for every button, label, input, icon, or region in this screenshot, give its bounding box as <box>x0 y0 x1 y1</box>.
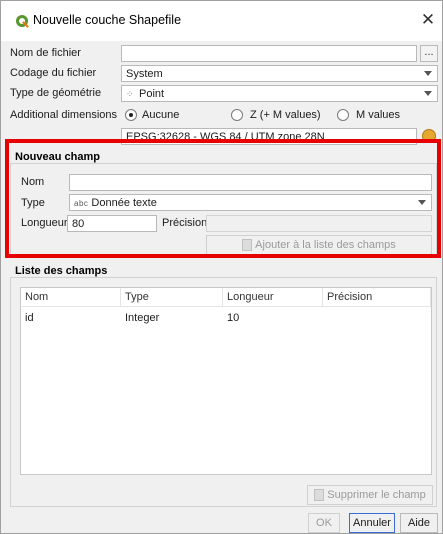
radio-dim-m[interactable] <box>337 109 349 121</box>
cell-type: Integer <box>125 312 160 324</box>
precision-input[interactable] <box>206 215 432 232</box>
qgis-logo-icon <box>16 15 29 28</box>
crs-selector[interactable]: EPSG:32628 - WGS 84 / UTM zone 28N <box>121 128 417 145</box>
radio-dim-none[interactable] <box>125 109 137 121</box>
encoding-value: System <box>126 68 163 80</box>
radio-dim-z-label: Z (+ M values) <box>250 109 321 121</box>
new-field-title: Nouveau champ <box>15 151 100 163</box>
column-header-name[interactable]: Nom <box>21 288 121 307</box>
geometry-type-select[interactable]: ⁘ Point <box>121 85 438 102</box>
new-field-name-input[interactable] <box>69 174 432 191</box>
add-to-field-list-label: Ajouter à la liste des champs <box>255 239 396 251</box>
title-bar: Nouvelle couche Shapefile ✕ <box>1 1 442 41</box>
cell-length: 10 <box>227 312 240 324</box>
ok-button[interactable]: OK <box>308 513 340 533</box>
remove-field-label: Supprimer le champ <box>327 489 426 501</box>
radio-dim-m-label: M values <box>356 109 401 121</box>
file-name-input[interactable] <box>121 45 417 62</box>
close-icon[interactable]: ✕ <box>418 10 438 30</box>
dialog-title: Nouvelle couche Shapefile <box>33 13 182 27</box>
add-field-icon <box>242 239 253 252</box>
geometry-type-label: Type de géométrie <box>10 87 102 99</box>
new-field-name-label: Nom <box>21 176 45 188</box>
encoding-label: Codage du fichier <box>10 67 97 79</box>
add-to-field-list-button[interactable]: Ajouter à la liste des champs <box>206 235 432 255</box>
help-button[interactable]: Aide <box>400 513 438 533</box>
crs-value: EPSG:32628 - WGS 84 / UTM zone 28N <box>126 131 325 143</box>
precision-label: Précision <box>162 217 208 229</box>
radio-dim-none-label: Aucune <box>142 109 180 121</box>
geometry-type-value: Point <box>139 88 165 100</box>
chevron-down-icon <box>424 91 432 96</box>
remove-field-icon <box>314 489 325 502</box>
length-input[interactable]: 80 <box>67 215 157 232</box>
new-field-type-value: Donnée texte <box>91 197 157 209</box>
dimensions-label: Additional dimensions <box>10 109 118 121</box>
new-field-type-label: Type <box>21 197 45 209</box>
column-header-length[interactable]: Longueur <box>223 288 323 307</box>
point-geometry-icon: ⁘ <box>126 89 134 99</box>
new-shapefile-dialog: Nouvelle couche Shapefile ✕ Nom de fichi… <box>0 0 443 534</box>
browse-button[interactable]: ... <box>420 45 438 62</box>
column-header-precision[interactable]: Précision <box>323 288 431 307</box>
field-list-table[interactable]: Nom Type Longueur Précision id Integer 1… <box>20 287 432 475</box>
cancel-button[interactable]: Annuler <box>349 513 395 533</box>
cell-name: id <box>25 312 34 324</box>
crs-globe-icon[interactable] <box>422 129 436 143</box>
new-field-type-select[interactable]: abc Donnée texte <box>69 194 432 211</box>
column-header-type[interactable]: Type <box>121 288 223 307</box>
cell-precision <box>323 309 431 327</box>
chevron-down-icon <box>424 71 432 76</box>
encoding-select[interactable]: System <box>121 65 438 82</box>
field-list-title: Liste des champs <box>15 265 108 277</box>
radio-dim-z[interactable] <box>231 109 243 121</box>
text-type-icon: abc <box>74 199 89 208</box>
length-label: Longueur <box>21 217 68 229</box>
chevron-down-icon <box>418 200 426 205</box>
file-name-label: Nom de fichier <box>10 47 81 59</box>
remove-field-button[interactable]: Supprimer le champ <box>307 485 433 505</box>
